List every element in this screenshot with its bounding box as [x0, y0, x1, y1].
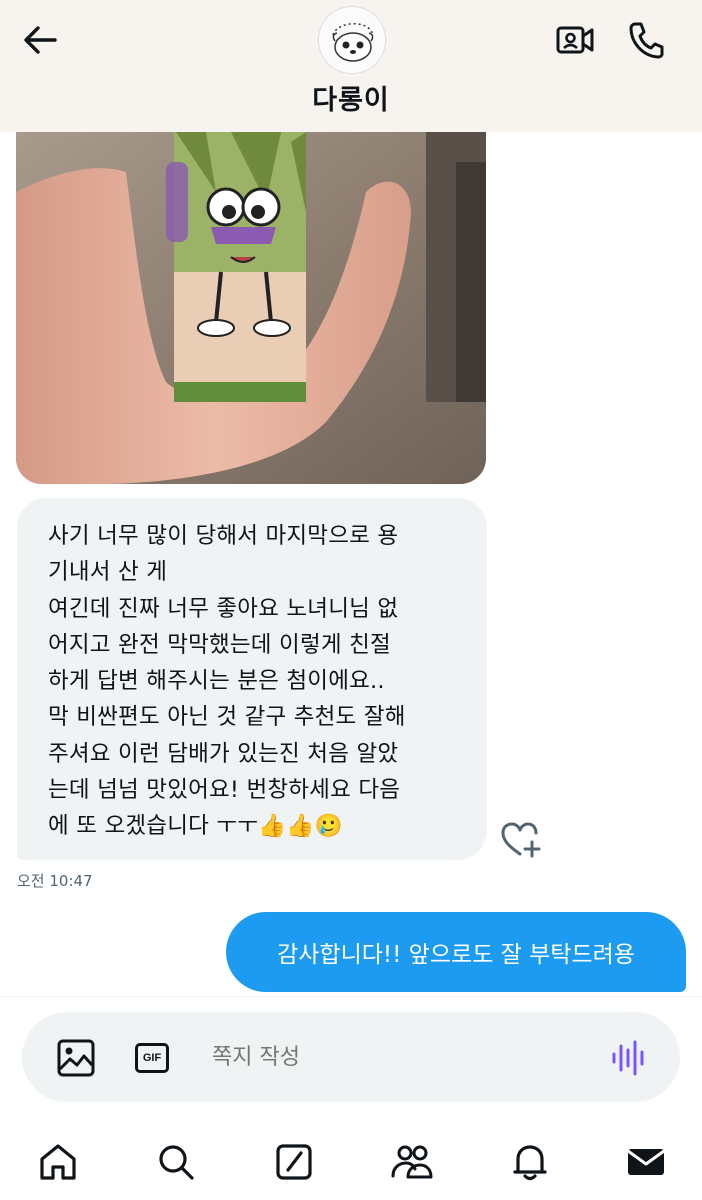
communities-icon: [391, 1145, 433, 1179]
message-line: 사기 너무 많이 당해서 마지막으로 용: [48, 523, 399, 549]
voice-waveform-icon: [612, 1040, 644, 1076]
received-message-bubble[interactable]: 사기 너무 많이 당해서 마지막으로 용 기내서 산 게 여긴데 진짜 너무 좋…: [17, 498, 487, 860]
avatar-image: [319, 7, 385, 73]
video-call-button[interactable]: [551, 20, 599, 60]
message-line: 여긴데 진짜 너무 좋아요 노녀니님 없: [48, 595, 399, 622]
sent-message-bubble[interactable]: 감사합니다!! 앞으로도 잘 부탁드려용: [226, 912, 686, 992]
voice-message-button[interactable]: [606, 1036, 650, 1080]
gif-button[interactable]: GIF: [132, 1038, 172, 1078]
nav-search[interactable]: [152, 1138, 200, 1186]
compose-icon: [276, 1144, 312, 1180]
product-in-hand-photo: [16, 132, 486, 484]
message-line: 막 비싼편도 아닌 것 같구 추천도 잘해: [48, 704, 406, 731]
arrow-left-icon: [24, 26, 57, 54]
add-reaction-button[interactable]: [500, 820, 544, 860]
message-line: 기내서 산 게: [48, 559, 168, 586]
nav-messages[interactable]: [622, 1138, 670, 1186]
search-icon: [159, 1145, 194, 1180]
photo-message[interactable]: [16, 132, 486, 484]
video-call-icon: [556, 26, 594, 54]
nav-compose[interactable]: [270, 1138, 318, 1186]
media-button[interactable]: [56, 1038, 96, 1078]
message-line: 주셔요 이런 담배가 있는진 처음 알았: [48, 740, 399, 767]
message-composer: GIF: [22, 1012, 680, 1102]
message-line: 에 또 오겠습니다 ㅜㅜ👍👍🥲: [48, 813, 343, 840]
gif-icon: GIF: [135, 1043, 169, 1073]
voice-call-button[interactable]: [622, 18, 670, 62]
home-icon: [40, 1144, 76, 1180]
back-button[interactable]: [16, 20, 64, 60]
message-line: 어지고 완전 막막했는데 이렇게 친절: [48, 631, 391, 658]
message-line: 하게 답변 해주시는 분은 첨이에요..: [48, 668, 385, 695]
nav-home[interactable]: [34, 1138, 82, 1186]
phone-icon: [629, 22, 664, 59]
image-icon: [57, 1039, 95, 1077]
divider: [0, 996, 702, 997]
conversation-header: 다롱이: [0, 0, 702, 132]
messages-icon: [627, 1149, 665, 1175]
nav-notifications[interactable]: [506, 1138, 554, 1186]
message-timestamp: 오전 10:47: [17, 872, 93, 890]
message-line: 는데 넘넘 맛있어요! 번창하세요 다음: [48, 777, 401, 804]
notifications-icon: [513, 1145, 547, 1181]
nav-communities[interactable]: [388, 1138, 436, 1186]
sent-message-text: 감사합니다!! 앞으로도 잘 부탁드려용: [277, 942, 635, 968]
bottom-navigation: [0, 1122, 702, 1200]
heart-plus-icon: [501, 822, 541, 858]
message-input[interactable]: [212, 1036, 582, 1080]
conversation-title: 다롱이: [312, 85, 390, 116]
gif-label: GIF: [142, 1052, 162, 1064]
avatar[interactable]: [318, 6, 386, 74]
